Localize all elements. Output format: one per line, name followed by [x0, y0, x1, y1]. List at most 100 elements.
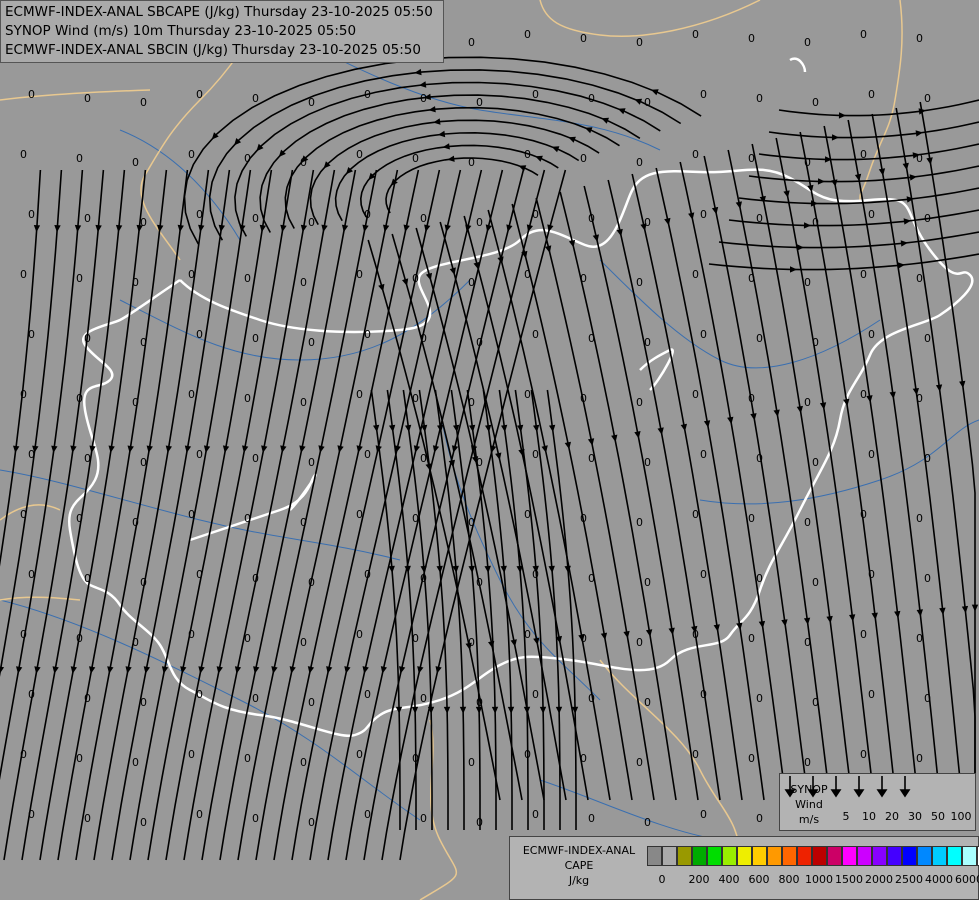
streamline	[559, 191, 677, 801]
streamline-arrowhead	[541, 445, 548, 453]
grid-value-label: 0	[748, 272, 755, 285]
streamline-arrowhead	[321, 224, 328, 233]
grid-value-label: 0	[28, 208, 35, 221]
streamline-arrowhead	[261, 445, 268, 453]
cape-color-swatch	[872, 846, 887, 866]
grid-value-label: 0	[636, 156, 643, 169]
streamline-arrowhead	[600, 632, 608, 640]
synop-legend-unit: m/s	[798, 813, 820, 826]
grid-value-label: 0	[412, 752, 419, 765]
grid-value-label: 0	[364, 88, 371, 101]
grid-value-label: 0	[420, 452, 427, 465]
grid-value-label: 0	[804, 636, 811, 649]
streamline-arrowhead	[584, 127, 593, 134]
grid-value-label: 0	[140, 576, 147, 589]
streamline-arrowhead	[616, 228, 623, 237]
streamline	[255, 169, 399, 861]
streamline-arrowhead	[459, 706, 467, 714]
grid-value-label: 0	[812, 576, 819, 589]
grid-value-label: 0	[308, 336, 315, 349]
grid-value-label: 0	[300, 396, 307, 409]
grid-value-label: 0	[28, 88, 35, 101]
speed-label: 10	[862, 810, 876, 823]
grid-value-label: 0	[916, 152, 923, 165]
cape-color-swatch	[737, 846, 752, 866]
grid-value-label: 0	[188, 508, 195, 521]
grid-value-label: 0	[588, 92, 595, 105]
grid-value-label: 0	[300, 156, 307, 169]
grid-value-label: 0	[188, 268, 195, 281]
grid-value-label: 0	[28, 448, 35, 461]
grid-value-label: 0	[700, 208, 707, 221]
grid-value-label: 0	[756, 572, 763, 585]
cape-color-swatch	[722, 846, 737, 866]
streamline-arrowhead	[668, 627, 675, 635]
streamline-arrowhead	[280, 445, 287, 453]
speed-label: 100	[950, 810, 972, 823]
grid-value-label: 0	[860, 628, 867, 641]
streamline	[758, 143, 979, 161]
grid-value-label: 0	[924, 692, 931, 705]
grid-value-label: 0	[420, 92, 427, 105]
grid-value-label: 0	[252, 92, 259, 105]
grid-value-label: 0	[580, 272, 587, 285]
speed-label: 50	[931, 810, 945, 823]
grid-value-label: 0	[300, 276, 307, 289]
grid-value-label: 0	[308, 576, 315, 589]
streamline-arrowhead	[507, 706, 515, 714]
grid-value-label: 0	[420, 332, 427, 345]
cape-legend-title-line: CAPE	[564, 859, 594, 872]
streamline-arrowhead	[70, 666, 77, 674]
grid-value-label: 0	[588, 572, 595, 585]
grid-value-label: 0	[588, 332, 595, 345]
grid-value-label: 0	[644, 816, 651, 829]
grid-value-label: 0	[756, 452, 763, 465]
streamline-arrowhead	[424, 224, 431, 232]
grid-value-label: 0	[20, 628, 27, 641]
streamline-arrowhead	[657, 427, 664, 435]
streamline-arrowhead	[664, 217, 671, 226]
grid-value-label: 0	[580, 392, 587, 405]
grid-value-label: 0	[476, 96, 483, 109]
streamline-arrowhead	[568, 239, 576, 248]
grid-value-label: 0	[748, 392, 755, 405]
grid-value-label: 0	[804, 756, 811, 769]
streamline-arrowhead	[234, 666, 242, 674]
grid-value-label: 0	[924, 332, 931, 345]
grid-value-label: 0	[20, 748, 27, 761]
grid-value-label: 0	[748, 512, 755, 525]
grid-value-label: 0	[412, 512, 419, 525]
cape-color-swatch	[962, 846, 977, 866]
grid-value-label: 0	[364, 808, 371, 821]
streamline	[165, 169, 294, 861]
grid-value-label: 0	[252, 812, 259, 825]
grid-value-label: 0	[532, 208, 539, 221]
synop-wind-legend: SYNOP Wind m/s 5 10 20 30 50 100	[779, 773, 976, 831]
streamline-arrowhead	[634, 431, 641, 439]
grid-value-label: 0	[196, 568, 203, 581]
streamline-arrowhead	[299, 445, 306, 453]
cape-color-swatch	[932, 846, 947, 866]
grid-value-label: 0	[468, 36, 475, 49]
grid-value-label: 0	[412, 392, 419, 405]
grid-value-label: 0	[860, 148, 867, 161]
map-canvas[interactable]: 0 0 0 0 0 0 0 0 0 0 0 0 0 0 0 0 0 0 0 0 0 0 0 0 0 0 0 0 0 0 0 0 0 0 0 0 0 0 0 0…	[0, 0, 979, 900]
streamline-arrowhead	[289, 666, 296, 674]
grid-value-label: 0	[636, 276, 643, 289]
streamline	[778, 99, 979, 117]
grid-value-label: 0	[76, 752, 83, 765]
streamline-arrowhead	[52, 666, 59, 674]
grid-value-label: 0	[916, 392, 923, 405]
grid-value-label: 0	[860, 508, 867, 521]
streamline-arrowhead	[817, 178, 825, 185]
title-line-cin: ECMWF-INDEX-ANAL SBCIN (J/kg) Thursday 2…	[5, 42, 421, 58]
streamline-arrowhead	[523, 706, 531, 714]
streamline-arrowhead	[337, 445, 344, 453]
grid-value-label: 0	[28, 808, 35, 821]
cape-tick-label: 1000	[805, 873, 833, 886]
streamline-arrowhead	[341, 224, 349, 233]
grid-value-label: 0	[636, 756, 643, 769]
grid-value-label: 0	[748, 32, 755, 45]
cape-color-swatch	[857, 846, 872, 866]
streamline-arrowhead	[688, 212, 695, 220]
